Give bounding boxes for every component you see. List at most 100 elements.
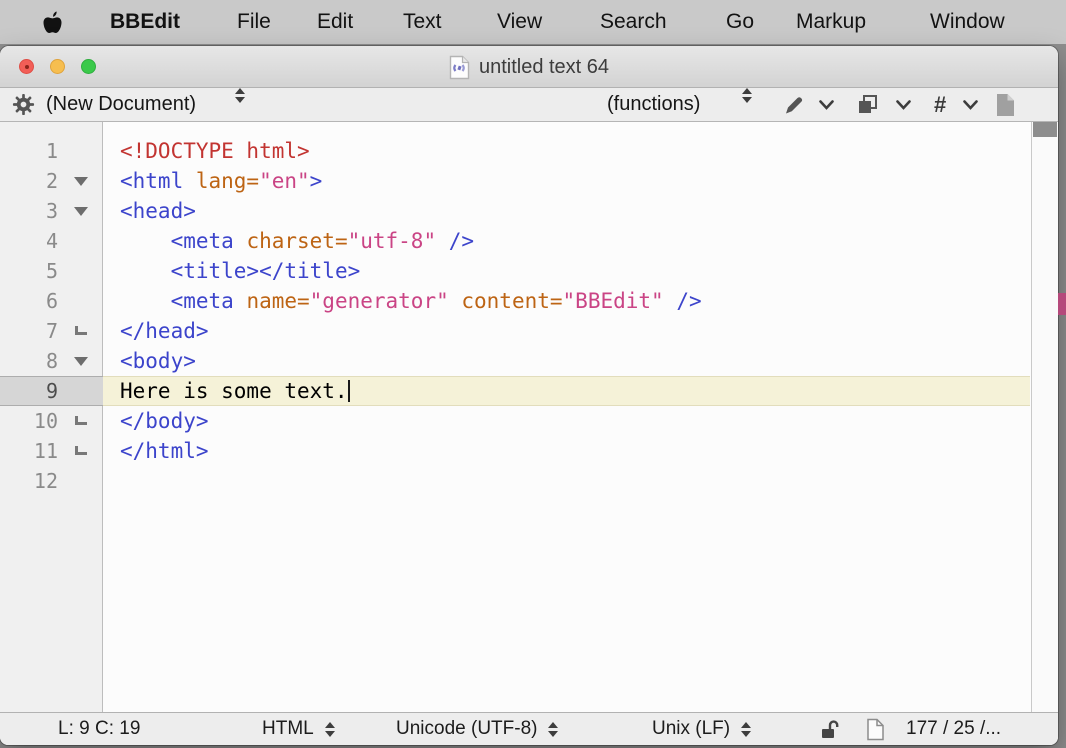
- line-endings-label: Unix (LF): [652, 718, 730, 740]
- apple-menu-icon[interactable]: [43, 11, 62, 39]
- code-lines[interactable]: 1 <!DOCTYPE html> 2 <html lang="en"> 3 <head>…: [0, 136, 1030, 496]
- encoding-popup[interactable]: Unicode (UTF-8): [396, 713, 558, 745]
- functions-popup[interactable]: (functions): [607, 88, 700, 121]
- line-number: 8: [0, 346, 58, 376]
- title-bar[interactable]: untitled text 64: [0, 46, 1058, 88]
- editor-line-5[interactable]: 5 <title></title>: [0, 256, 1030, 286]
- code-text[interactable]: </body>: [103, 406, 1030, 436]
- document-state-popup-stepper-icon[interactable]: [235, 88, 245, 121]
- hash-menu-chevron-icon[interactable]: [962, 88, 979, 121]
- marker-menu-chevron-icon[interactable]: [818, 88, 835, 121]
- menu-item-bbedit[interactable]: BBEdit: [110, 0, 180, 44]
- status-bar: L: 9 C: 19 HTML Unicode (UTF-8) Unix (LF…: [0, 712, 1058, 745]
- editor-line-12[interactable]: 12: [0, 466, 1030, 496]
- line-number-symbol[interactable]: #: [934, 88, 946, 121]
- gear-icon[interactable]: [12, 88, 35, 121]
- menu-item-edit[interactable]: Edit: [317, 0, 353, 44]
- language-popup[interactable]: HTML: [262, 713, 335, 745]
- character-counts: 177 / 25 /...: [906, 713, 1001, 745]
- fold-column: [58, 136, 103, 166]
- code-text[interactable]: <body>: [103, 346, 1030, 376]
- fold-column: [58, 226, 103, 256]
- fold-open-icon[interactable]: [74, 177, 88, 186]
- menu-item-markup[interactable]: Markup: [796, 0, 866, 44]
- fold-column: [58, 316, 103, 346]
- window-title: untitled text 64: [479, 56, 609, 79]
- encoding-label: Unicode (UTF-8): [396, 718, 537, 740]
- toolbar: (New Document) (functions) #: [0, 88, 1058, 122]
- text-caret: [348, 380, 350, 402]
- editor-line-8[interactable]: 8 <body>: [0, 346, 1030, 376]
- line-number: 1: [0, 136, 58, 166]
- line-number: 5: [0, 256, 58, 286]
- line-number: 2: [0, 166, 58, 196]
- fold-end-icon: [75, 416, 87, 425]
- code-text[interactable]: <meta charset="utf-8" />: [103, 226, 1030, 256]
- menu-bar: BBEdit File Edit Text View Search Go Markup Wind…: [0, 0, 1066, 44]
- code-text[interactable]: </html>: [103, 436, 1030, 466]
- code-text[interactable]: <html lang="en">: [103, 166, 1030, 196]
- editor-line-1[interactable]: 1 <!DOCTYPE html>: [0, 136, 1030, 166]
- new-document-page-icon[interactable]: [996, 88, 1015, 121]
- fold-column: [58, 406, 103, 436]
- document-proxy-icon[interactable]: [449, 55, 470, 80]
- line-number: 10: [0, 406, 58, 436]
- code-text[interactable]: Here is some text.: [103, 376, 1030, 406]
- line-endings-popup[interactable]: Unix (LF): [652, 713, 751, 745]
- editor-area[interactable]: 1 <!DOCTYPE html> 2 <html lang="en"> 3 <head>…: [0, 122, 1058, 712]
- documents-overlay-icon[interactable]: [856, 88, 879, 121]
- fold-column[interactable]: [58, 166, 103, 196]
- menu-item-go[interactable]: Go: [726, 0, 754, 44]
- fold-column: [58, 256, 103, 286]
- fold-open-icon[interactable]: [74, 357, 88, 366]
- fold-column[interactable]: [58, 196, 103, 226]
- editor-line-2[interactable]: 2 <html lang="en">: [0, 166, 1030, 196]
- fold-column: [58, 466, 103, 496]
- editor-line-9[interactable]: 9 Here is some text.: [0, 376, 1030, 406]
- language-popup-stepper-icon: [325, 722, 335, 737]
- editor-line-4[interactable]: 4 <meta charset="utf-8" />: [0, 226, 1030, 256]
- editor-line-6[interactable]: 6 <meta name="generator" content="BBEdit…: [0, 286, 1030, 316]
- document-info-page-icon[interactable]: [866, 713, 885, 745]
- code-text[interactable]: <title></title>: [103, 256, 1030, 286]
- menu-item-window[interactable]: Window: [930, 0, 1005, 44]
- editor-line-10[interactable]: 10 </body>: [0, 406, 1030, 436]
- functions-popup-stepper-icon[interactable]: [742, 88, 752, 121]
- encoding-popup-stepper-icon: [548, 722, 558, 737]
- line-endings-popup-stepper-icon: [741, 722, 751, 737]
- cursor-position: L: 9 C: 19: [58, 713, 140, 745]
- menu-item-file[interactable]: File: [237, 0, 271, 44]
- code-text[interactable]: <!DOCTYPE html>: [103, 136, 1030, 166]
- editor-line-11[interactable]: 11 </html>: [0, 436, 1030, 466]
- menu-item-search[interactable]: Search: [600, 0, 667, 44]
- window-title-group: untitled text 64: [0, 46, 1058, 88]
- line-number: 3: [0, 196, 58, 226]
- fold-end-icon: [75, 326, 87, 335]
- code-text[interactable]: [103, 466, 1030, 496]
- documents-menu-chevron-icon[interactable]: [895, 88, 912, 121]
- fold-column: [58, 376, 103, 406]
- menu-item-text[interactable]: Text: [403, 0, 442, 44]
- line-number: 11: [0, 436, 58, 466]
- code-text[interactable]: <head>: [103, 196, 1030, 226]
- fold-column: [58, 436, 103, 466]
- fold-end-icon: [75, 446, 87, 455]
- vertical-scrollbar[interactable]: [1031, 122, 1058, 712]
- editor-line-3[interactable]: 3 <head>: [0, 196, 1030, 226]
- line-number: 12: [0, 466, 58, 496]
- fold-open-icon[interactable]: [74, 207, 88, 216]
- unlocked-icon[interactable]: [820, 713, 841, 745]
- language-label: HTML: [262, 718, 314, 740]
- code-text[interactable]: </head>: [103, 316, 1030, 346]
- bbedit-window: untitled text 64 (New Document): [0, 46, 1058, 745]
- editor-line-7[interactable]: 7</head>: [0, 316, 1030, 346]
- document-state-popup[interactable]: (New Document): [46, 88, 196, 121]
- fold-column[interactable]: [58, 346, 103, 376]
- line-number: 9: [0, 376, 58, 406]
- line-number: 4: [0, 226, 58, 256]
- code-text[interactable]: <meta name="generator" content="BBEdit" …: [103, 286, 1030, 316]
- marker-pen-icon[interactable]: [783, 88, 805, 121]
- menu-item-view[interactable]: View: [497, 0, 542, 44]
- scrollbar-thumb[interactable]: [1033, 122, 1057, 137]
- fold-column: [58, 286, 103, 316]
